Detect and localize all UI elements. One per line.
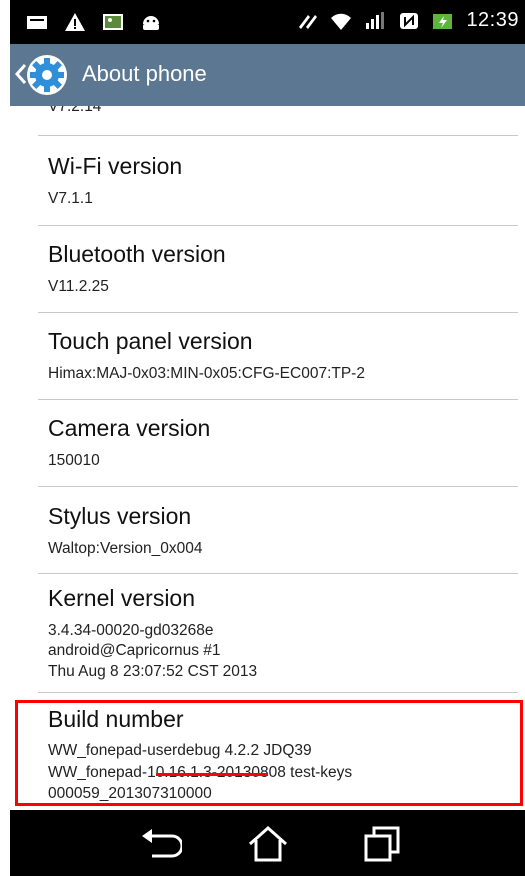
divider [38, 692, 518, 693]
item-value-line: android@Capricornus #1 [48, 642, 221, 659]
signal-icon [366, 11, 385, 29]
action-bar: About phone [10, 44, 525, 106]
item-value: V7.1.1 [48, 190, 93, 207]
item-title: Wi-Fi version [48, 153, 183, 179]
clock: 12:39 [466, 9, 519, 31]
phone-screen: 12:39 About phone V7.2.14 Wi-Fi version … [10, 0, 525, 876]
image-icon [103, 14, 123, 30]
divider [38, 573, 518, 574]
item-title: Stylus version [48, 503, 192, 529]
divider [38, 225, 518, 226]
divider [38, 486, 518, 487]
item-value: Waltop:Version_0x004 [48, 540, 203, 557]
item-value: 150010 [48, 452, 100, 469]
divider [38, 399, 518, 400]
item-value: Himax:MAJ-0x03:MIN-0x05:CFG-EC007:TP-2 [48, 365, 365, 382]
home-icon[interactable] [246, 824, 290, 864]
warning-icon [65, 13, 85, 31]
item-title: Camera version [48, 415, 211, 441]
divider [38, 135, 518, 136]
build-number-highlight-box [15, 700, 523, 806]
item-title: Bluetooth version [48, 241, 226, 267]
item-value-line: Thu Aug 8 23:07:52 CST 2013 [48, 663, 258, 680]
item-title: Kernel version [48, 585, 196, 611]
settings-gear-icon[interactable] [26, 54, 68, 96]
status-bar: 12:39 [10, 0, 525, 44]
navigation-bar [10, 810, 525, 876]
back-icon[interactable] [138, 824, 182, 864]
battery-charging-icon [433, 13, 453, 29]
item-value: V11.2.25 [48, 278, 109, 295]
item-value-line: 3.4.34-00020-gd03268e [48, 622, 214, 639]
android-icon [143, 16, 159, 30]
wifi-icon [331, 13, 352, 30]
recent-apps-icon[interactable] [360, 824, 404, 864]
item-title: Touch panel version [48, 328, 253, 354]
page-title: About phone [82, 61, 207, 86]
mail-icon [27, 16, 47, 29]
partial-item-value: V7.2.14 [48, 106, 102, 115]
no-sync-icon [299, 14, 318, 29]
nfc-icon [400, 12, 419, 29]
divider [38, 312, 518, 313]
